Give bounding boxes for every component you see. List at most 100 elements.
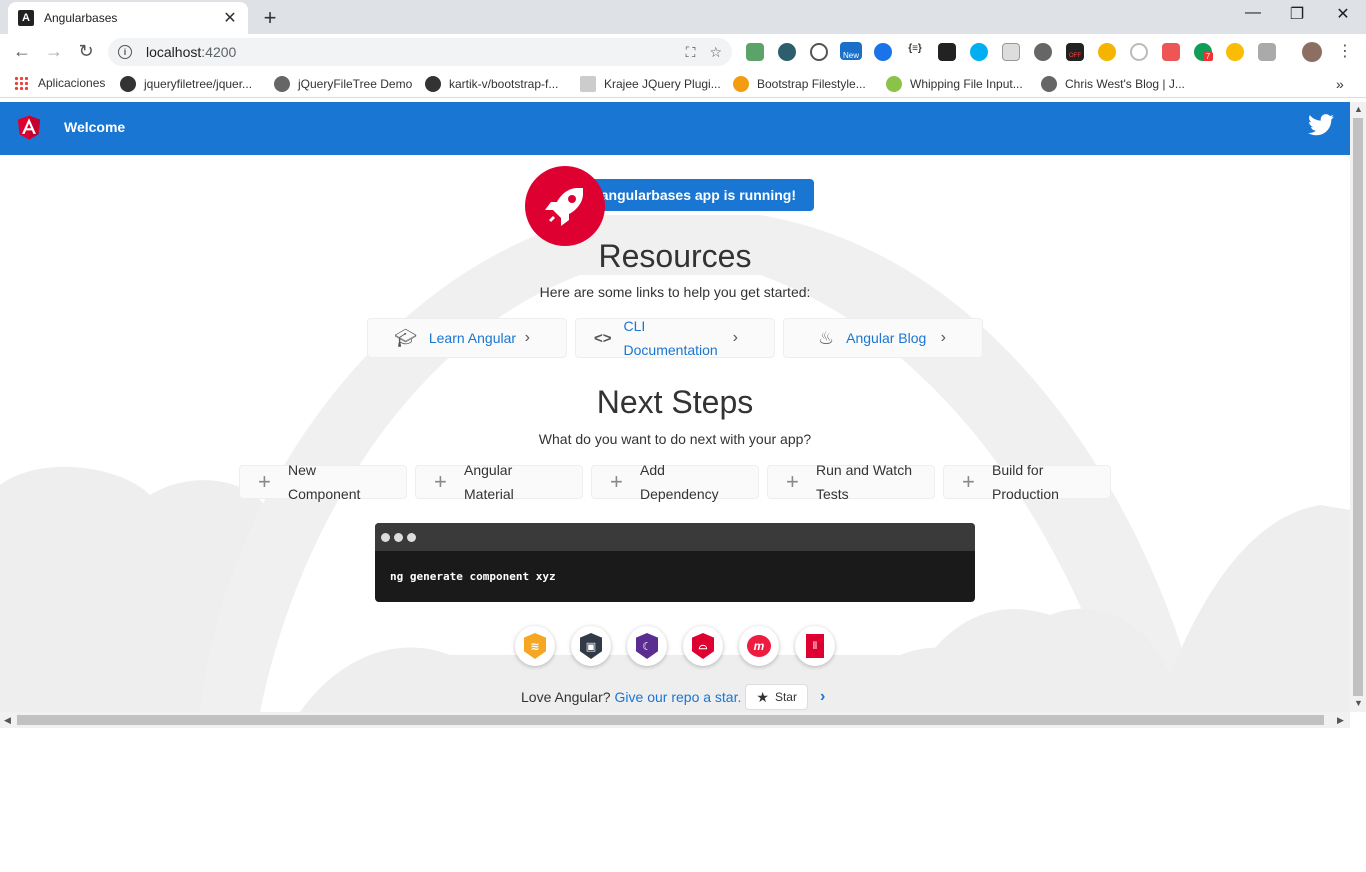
protractor-link[interactable]: ⌓ (683, 626, 723, 666)
browser-tab[interactable]: A Angularbases ✕ (8, 2, 248, 34)
github-star-button[interactable]: ★ Star (745, 684, 808, 710)
angular-favicon-icon: A (18, 10, 34, 26)
json-extension-icon[interactable]: {≡} (906, 43, 924, 61)
bookmark-item[interactable]: Bootstrap Filestyle... (733, 76, 866, 92)
tab-title: Angularbases (44, 11, 118, 25)
horizontal-scroll-thumb[interactable] (17, 715, 1324, 725)
bookmark-item[interactable]: Krajee JQuery Plugi... (580, 76, 721, 92)
pdf-extension-icon[interactable] (1162, 43, 1180, 61)
angular-blog-card[interactable]: ♨ Angular Blog › (783, 318, 983, 358)
resources-title: Resources (598, 238, 752, 274)
vertical-scrollbar[interactable]: ▲ ▼ (1350, 102, 1366, 712)
angular-logo-icon (17, 115, 41, 140)
discord-icon: ⦀ (806, 634, 824, 658)
plus-icon: + (962, 469, 975, 494)
new-component-step[interactable]: + New Component (239, 462, 407, 502)
love-angular-text: Love Angular? (521, 689, 611, 705)
plus-icon: + (610, 469, 623, 494)
terminal-dot (394, 532, 403, 542)
animations-icon: ≋ (524, 633, 546, 659)
apps-grid-icon (14, 76, 28, 90)
leaf-icon (886, 76, 902, 92)
terminal-header (375, 523, 975, 551)
scroll-up-arrow-icon[interactable]: ▲ (1354, 104, 1363, 114)
browser-tab-strip: A Angularbases ✕ + — ❐ ✕ (0, 0, 1366, 34)
translate-icon[interactable]: ⛶ (686, 44, 696, 61)
bookmark-star-icon[interactable]: ☆ (709, 44, 722, 61)
bookmark-item[interactable]: kartik-v/bootstrap-f... (425, 76, 558, 92)
circle-extension-icon[interactable] (1034, 43, 1052, 61)
bookmark-item[interactable]: jqueryfiletree/jquer... (120, 76, 252, 92)
twitter-icon[interactable] (1308, 114, 1334, 136)
site-info-icon[interactable]: i (118, 45, 132, 59)
vertical-scroll-thumb[interactable] (1353, 118, 1363, 696)
new-badge-extension-icon[interactable]: New (840, 42, 862, 60)
tab-close-icon[interactable]: ✕ (222, 8, 238, 28)
cli-link[interactable]: ▣ (571, 626, 611, 666)
evernote-extension-icon[interactable] (746, 43, 764, 61)
chevron-right-icon: › (940, 329, 946, 346)
horizontal-scrollbar[interactable]: ◀ ▶ (0, 712, 1350, 728)
scroll-right-arrow-icon[interactable]: ▶ (1337, 715, 1344, 726)
chevron-right-icon: › (732, 329, 738, 346)
meetup-icon: m (747, 635, 771, 657)
moon-extension-icon[interactable] (1098, 43, 1116, 61)
krajee-icon (580, 76, 596, 92)
github-icon (425, 76, 441, 92)
star-icon: ★ (756, 688, 769, 705)
star-repo-link[interactable]: Give our repo a star. (615, 689, 742, 705)
graduation-cap-icon: 🎓︎ (394, 327, 417, 348)
restore-icon[interactable]: ❐ (1274, 4, 1320, 24)
bookmark-apps[interactable]: Aplicaciones (14, 76, 105, 90)
off-extension-icon[interactable]: OFF (1066, 43, 1084, 61)
profile-avatar[interactable] (1302, 42, 1322, 62)
address-bar[interactable]: i localhost:4200 ⛶ ☆ (108, 38, 732, 66)
minimize-icon[interactable]: — (1230, 4, 1276, 22)
rocket-icon (525, 166, 605, 246)
code-extension-icon[interactable] (1258, 43, 1276, 61)
star-repo-row: Love Angular? Give our repo a star. ★ St… (521, 684, 825, 710)
meetup-link[interactable]: m (739, 626, 779, 666)
run-and-watch-tests-step[interactable]: + Run and Watch Tests (767, 462, 935, 502)
bookmarks-bar: Aplicaciones jqueryfiletree/jquer... jQu… (0, 70, 1366, 98)
back-arrow-icon[interactable]: ← (11, 41, 33, 62)
cli-documentation-card[interactable]: <> CLI Documentation › (575, 318, 775, 358)
url-text[interactable]: localhost:4200 (146, 44, 672, 60)
learn-angular-card[interactable]: 🎓︎ Learn Angular › (367, 318, 567, 358)
next-steps-title: Next Steps (596, 384, 754, 420)
forward-arrow-icon[interactable]: → (43, 41, 65, 62)
spiral-extension-icon[interactable] (778, 43, 796, 61)
github-icon (120, 76, 136, 92)
bookmark-item[interactable]: jQueryFileTree Demo (274, 76, 412, 92)
new-tab-button[interactable]: + (258, 5, 282, 31)
app-toolbar: Welcome (0, 102, 1350, 155)
zoom-extension-icon[interactable] (810, 43, 828, 61)
build-for-production-step[interactable]: + Build for Production (943, 462, 1111, 502)
bookmark-item[interactable]: Chris West's Blog | J... (1041, 76, 1185, 92)
window-close-icon[interactable]: ✕ (1320, 4, 1366, 24)
terminal-dot (381, 532, 390, 542)
scroll-down-arrow-icon[interactable]: ▼ (1354, 698, 1363, 708)
reload-icon[interactable]: ↻ (75, 41, 97, 62)
bookmark-item[interactable]: Whipping File Input... (886, 76, 1023, 92)
animations-link[interactable]: ≋ (515, 626, 555, 666)
menu-kebab-icon[interactable]: ⋮ (1334, 41, 1356, 61)
snail-extension-icon[interactable] (1130, 43, 1148, 61)
discord-link[interactable]: ⦀ (795, 626, 835, 666)
bookmarks-more-button[interactable]: » (1336, 76, 1344, 92)
resources-subtitle: Here are some links to help you get star… (539, 284, 811, 300)
terminal-window: ng generate component xyz (375, 523, 975, 602)
checkmark-extension-icon[interactable] (874, 43, 892, 61)
chevron-right-icon[interactable]: › (820, 688, 825, 706)
angular-material-step[interactable]: + Angular Material (415, 462, 583, 502)
calendar-extension-icon[interactable] (1002, 43, 1020, 61)
count-badge-extension-icon[interactable]: 7 (1194, 43, 1213, 61)
cli-terminal-icon: ▣ (580, 633, 602, 659)
code-icon: <> (594, 329, 612, 347)
skype-extension-icon[interactable] (970, 43, 988, 61)
add-dependency-step[interactable]: + Add Dependency (591, 462, 759, 502)
search-extension-icon[interactable] (1226, 43, 1244, 61)
scroll-left-arrow-icon[interactable]: ◀ (4, 715, 11, 726)
terminal-extension-icon[interactable] (938, 43, 956, 61)
augury-link[interactable]: ☾ (627, 626, 667, 666)
